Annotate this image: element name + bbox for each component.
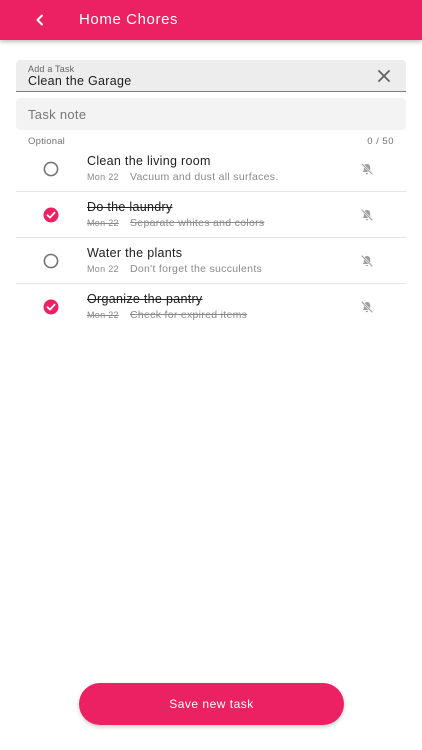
- reminder-off-button[interactable]: [360, 300, 374, 314]
- bell-off-icon: [361, 209, 373, 221]
- back-button[interactable]: [30, 10, 50, 30]
- task-title: Do the laundry: [87, 200, 173, 214]
- task-title: Organize the pantry: [87, 292, 203, 306]
- task-checkbox[interactable]: [43, 253, 59, 269]
- page-title: Home Chores: [79, 11, 179, 28]
- task-row[interactable]: Water the plants Mon 22 Don't forget the…: [16, 238, 406, 284]
- task-row[interactable]: Do the laundry Mon 22 Separate whites an…: [16, 192, 406, 238]
- reminder-off-button[interactable]: [360, 162, 374, 176]
- task-checkbox[interactable]: [43, 207, 59, 223]
- task-list: Clean the living room Mon 22 Vacuum and …: [16, 146, 406, 330]
- task-note: Vacuum and dust all surfaces.: [130, 171, 279, 183]
- task-note: Don't forget the succulents: [130, 263, 263, 275]
- bell-off-icon: [361, 163, 373, 175]
- task-note: Check for expired items: [130, 309, 248, 321]
- reminder-off-button[interactable]: [360, 208, 374, 222]
- unchecked-circle-icon: [43, 253, 59, 269]
- task-checkbox[interactable]: [43, 161, 59, 177]
- task-input[interactable]: Add a Task Clean the Garage: [16, 60, 406, 92]
- checked-circle-icon: [43, 299, 59, 315]
- unchecked-circle-icon: [43, 161, 59, 177]
- reminder-off-button[interactable]: [360, 254, 374, 268]
- task-row[interactable]: Organize the pantry Mon 22 Check for exp…: [16, 284, 406, 330]
- chevron-left-icon: [36, 14, 43, 26]
- clear-input-button[interactable]: [376, 68, 392, 84]
- task-input-value[interactable]: Clean the Garage: [28, 74, 131, 88]
- task-note-input[interactable]: Task note: [16, 98, 406, 130]
- task-checkbox[interactable]: [43, 299, 59, 315]
- bell-off-icon: [361, 301, 373, 313]
- task-date: Mon 22: [87, 264, 119, 274]
- app-bar: Home Chores: [0, 0, 422, 40]
- checked-circle-icon: [43, 207, 59, 223]
- task-note: Separate whites and colors: [130, 217, 265, 229]
- bell-off-icon: [361, 255, 373, 267]
- task-title: Water the plants: [87, 246, 183, 260]
- task-title: Clean the living room: [87, 154, 211, 168]
- task-date: Mon 22: [87, 218, 119, 228]
- task-date: Mon 22: [87, 310, 119, 320]
- close-icon: [378, 70, 390, 82]
- task-note-placeholder: Task note: [28, 107, 87, 122]
- task-input-label: Add a Task: [28, 64, 75, 74]
- task-date: Mon 22: [87, 172, 119, 182]
- task-row[interactable]: Clean the living room Mon 22 Vacuum and …: [16, 146, 406, 192]
- save-task-button[interactable]: Save new task: [79, 683, 344, 725]
